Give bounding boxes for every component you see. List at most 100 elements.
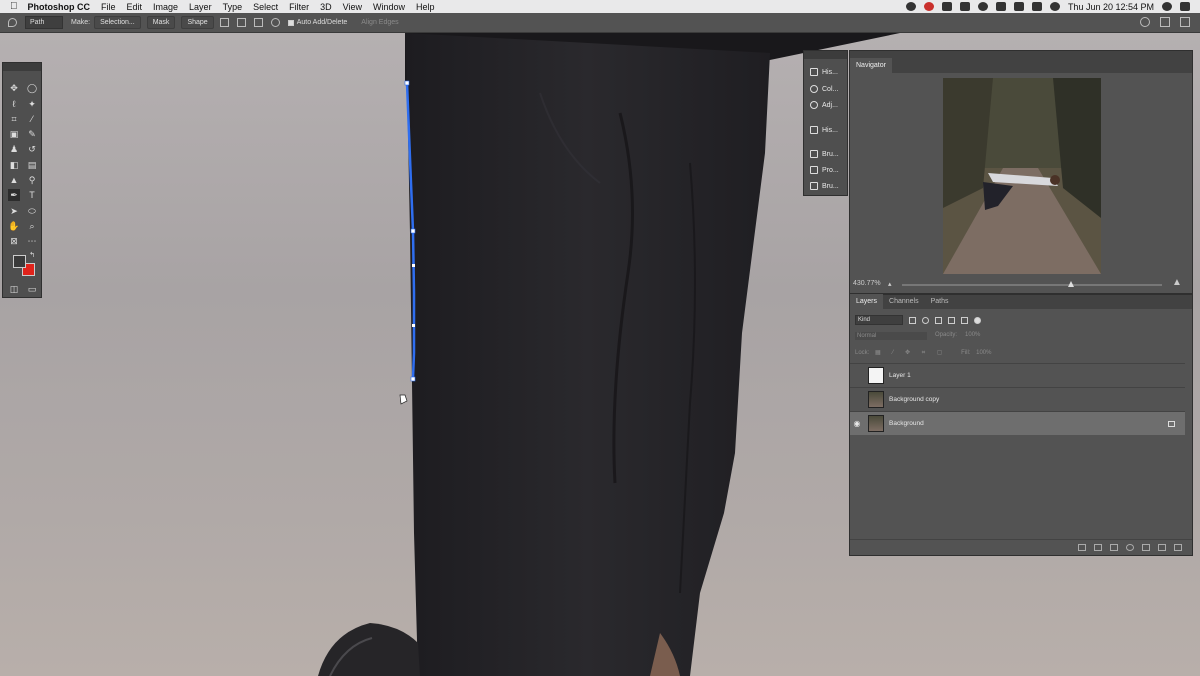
link-layers-icon[interactable]: [1078, 544, 1086, 551]
blend-mode-select[interactable]: Normal: [855, 332, 927, 340]
cloud-icon[interactable]: [905, 2, 916, 11]
quick-mask-icon[interactable]: ◫: [8, 283, 20, 295]
make-shape-button[interactable]: Shape: [181, 16, 214, 29]
app-badge-icon[interactable]: [923, 2, 934, 11]
screen-record-icon[interactable]: [959, 2, 970, 11]
layer-row-layer-1[interactable]: Layer 1: [850, 363, 1185, 387]
menu-view[interactable]: View: [343, 2, 362, 12]
search-icon[interactable]: [1162, 2, 1172, 11]
menu-select[interactable]: Select: [253, 2, 278, 12]
tab-paths[interactable]: Paths: [925, 294, 955, 309]
pixel-filter-icon[interactable]: [909, 316, 916, 324]
menu-layer[interactable]: Layer: [189, 2, 212, 12]
pen-tool-icon[interactable]: ✒: [8, 189, 20, 201]
zoom-in-icon[interactable]: ▲: [1172, 277, 1182, 288]
tool-mode-select[interactable]: Path: [25, 16, 63, 29]
hand-tool-icon[interactable]: ✋: [8, 220, 20, 232]
brush-settings-panel-button[interactable]: Bru...: [810, 182, 839, 190]
move-tool-icon[interactable]: ✥: [8, 82, 20, 94]
eraser-tool-icon[interactable]: ◧: [8, 159, 20, 171]
lasso-tool-icon[interactable]: ℓ: [8, 98, 20, 110]
zoom-tool-icon[interactable]: ⌕: [26, 220, 38, 232]
menu-image[interactable]: Image: [153, 2, 178, 12]
adjustments-panel-button[interactable]: Adj...: [810, 101, 838, 109]
navigator-thumbnail[interactable]: [943, 78, 1101, 274]
share-icon[interactable]: [1180, 17, 1190, 27]
layer-style-icon[interactable]: [1094, 544, 1102, 551]
layer-row-background[interactable]: ◉ Background: [850, 411, 1185, 435]
tab-layers[interactable]: Layers: [850, 294, 884, 309]
menu-file[interactable]: File: [101, 2, 116, 12]
tab-navigator[interactable]: Navigator: [850, 58, 892, 73]
history-brush-tool-icon[interactable]: ↺: [26, 143, 38, 155]
make-mask-button[interactable]: Mask: [146, 16, 176, 29]
menu-edit[interactable]: Edit: [127, 2, 143, 12]
history-panel-button[interactable]: His...: [810, 68, 838, 76]
brushes-panel-button[interactable]: Bru...: [810, 150, 839, 158]
fill-value[interactable]: 100%: [976, 350, 991, 356]
zoom-out-icon[interactable]: ▴: [888, 280, 892, 288]
clone-stamp-tool-icon[interactable]: ♟: [8, 143, 20, 155]
battery-icon[interactable]: [1013, 2, 1024, 11]
gradient-tool-icon[interactable]: ▤: [26, 159, 38, 171]
type-tool-icon[interactable]: T: [26, 189, 38, 201]
healing-brush-tool-icon[interactable]: ▣: [8, 128, 20, 140]
add-mask-icon[interactable]: [1110, 544, 1118, 551]
screen-mode-icon[interactable]: ▭: [26, 283, 38, 295]
foreground-color-swatch[interactable]: [13, 255, 26, 268]
clock[interactable]: Thu Jun 20 12:54 PM: [1068, 2, 1154, 12]
navigator-zoom-slider[interactable]: [902, 284, 1162, 286]
search-icon[interactable]: [1140, 17, 1150, 27]
new-group-icon[interactable]: [1142, 544, 1150, 551]
histogram-panel-button[interactable]: His...: [810, 126, 838, 134]
gear-icon[interactable]: [270, 18, 280, 27]
path-alignment-icon[interactable]: [236, 18, 246, 27]
menu-help[interactable]: Help: [416, 2, 435, 12]
wifi-icon[interactable]: [1049, 2, 1060, 11]
crop-tool-icon[interactable]: ⌗: [8, 113, 20, 125]
more-tools-icon[interactable]: ⋯: [26, 235, 38, 247]
color-panel-button[interactable]: Col...: [810, 85, 838, 93]
ellipse-tool-icon[interactable]: ⬭: [26, 205, 38, 217]
tab-channels[interactable]: Channels: [883, 294, 925, 309]
auto-add-delete-checkbox[interactable]: [287, 19, 294, 26]
display-icon[interactable]: [941, 2, 952, 11]
layer-row-background-copy[interactable]: Background copy: [850, 387, 1185, 411]
menu-type[interactable]: Type: [223, 2, 243, 12]
magic-wand-tool-icon[interactable]: ✦: [26, 98, 38, 110]
new-layer-icon[interactable]: [1158, 544, 1166, 551]
shape-filter-icon[interactable]: [948, 316, 955, 324]
smart-object-filter-icon[interactable]: [961, 316, 968, 324]
make-selection-button[interactable]: Selection...: [94, 16, 141, 29]
menu-3d[interactable]: 3D: [320, 2, 332, 12]
panel-strip-header[interactable]: [804, 51, 847, 59]
trash-icon[interactable]: [1174, 544, 1182, 551]
workspace-icon[interactable]: [1160, 17, 1170, 27]
adjustment-layer-icon[interactable]: [1126, 544, 1134, 551]
path-arrangement-icon[interactable]: [253, 18, 263, 27]
opacity-value[interactable]: 100%: [965, 332, 980, 340]
properties-panel-button[interactable]: Pro...: [810, 166, 839, 174]
brush-tool-icon[interactable]: ✎: [26, 128, 38, 140]
path-selection-tool-icon[interactable]: ➤: [8, 205, 20, 217]
notification-center-icon[interactable]: [1180, 2, 1190, 11]
adjustment-filter-icon[interactable]: [922, 316, 929, 324]
lock-buttons[interactable]: ▦ ⁄ ✥ ⌗ ▢: [875, 350, 947, 356]
dodge-tool-icon[interactable]: ⚲: [26, 174, 38, 186]
eye-icon[interactable]: ◉: [850, 419, 864, 428]
marquee-tool-icon[interactable]: ◯: [26, 82, 38, 94]
navigator-zoom-value[interactable]: 430.77%: [853, 280, 881, 287]
swap-colors-icon[interactable]: ↰: [26, 250, 38, 262]
volume-icon[interactable]: [1031, 2, 1042, 11]
camera-icon[interactable]: [977, 2, 988, 11]
menu-filter[interactable]: Filter: [289, 2, 309, 12]
pen-tool-icon[interactable]: [8, 18, 17, 27]
menu-window[interactable]: Window: [373, 2, 405, 12]
path-operations-icon[interactable]: [219, 18, 229, 27]
type-filter-icon[interactable]: [935, 316, 942, 324]
filter-toggle-icon[interactable]: [974, 316, 981, 324]
tools-panel-header[interactable]: [3, 63, 41, 71]
layer-kind-select[interactable]: Kind: [855, 315, 903, 325]
airplay-icon[interactable]: [995, 2, 1006, 11]
apple-icon[interactable]: : [10, 1, 18, 12]
